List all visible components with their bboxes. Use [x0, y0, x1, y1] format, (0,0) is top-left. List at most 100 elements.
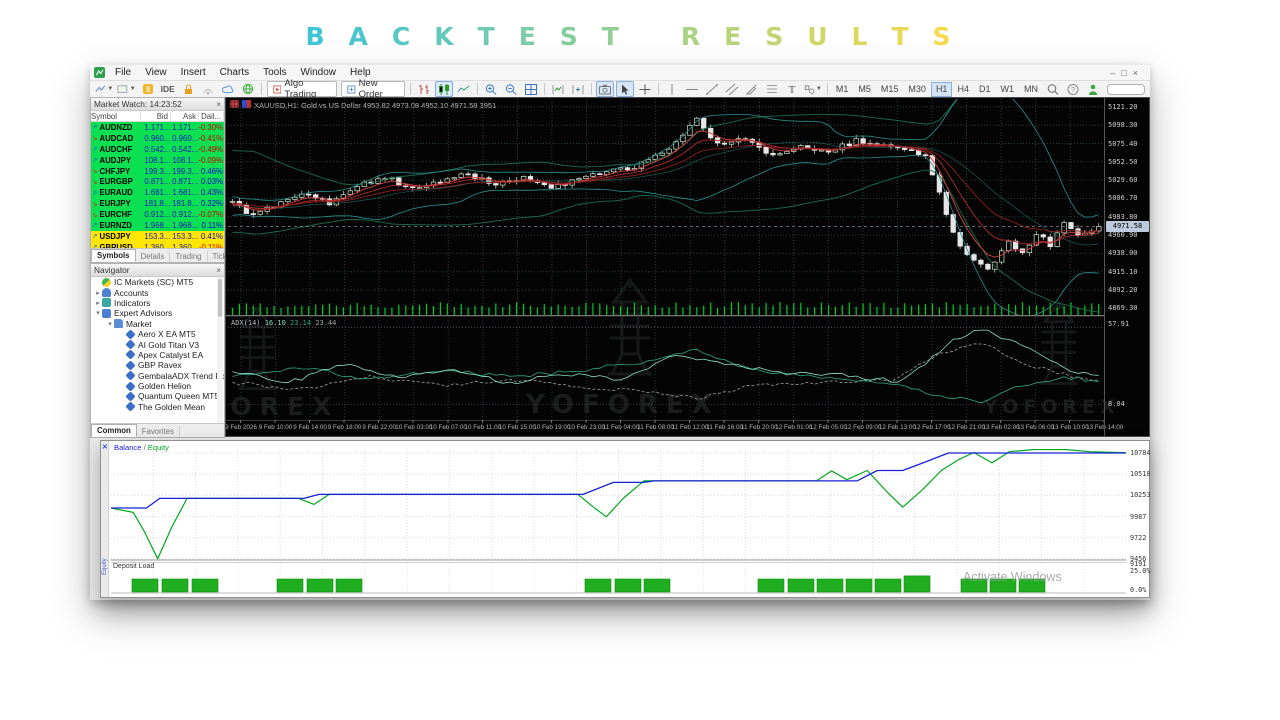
- main-chart-plot[interactable]: [228, 99, 1104, 316]
- tree-item[interactable]: The Golden Mean: [91, 402, 224, 412]
- menu-item-help[interactable]: Help: [343, 67, 378, 78]
- help-icon[interactable]: ?: [1064, 81, 1082, 97]
- tree-item[interactable]: AI Gold Titan V3: [91, 339, 224, 349]
- autotrade-lock-icon[interactable]: [179, 81, 197, 97]
- expander-open-icon[interactable]: ▾: [94, 309, 102, 317]
- tile-windows-button[interactable]: [522, 81, 540, 97]
- close-icon[interactable]: ×: [216, 100, 221, 109]
- close-icon[interactable]: ×: [216, 266, 221, 275]
- column-header-1[interactable]: Bid: [141, 112, 171, 121]
- profiles-button[interactable]: ▼: [116, 81, 136, 97]
- tab-symbols[interactable]: Symbols: [91, 249, 136, 262]
- tree-item[interactable]: GembalaADX Trend Follo: [91, 371, 224, 381]
- expander-closed-icon[interactable]: ▸: [94, 299, 102, 307]
- candle-chart-type-button[interactable]: [435, 81, 453, 97]
- tab-favorites[interactable]: Favorites: [137, 426, 180, 437]
- tree-item[interactable]: ▾Market: [91, 319, 224, 329]
- timeframe-m15[interactable]: M15: [876, 82, 904, 97]
- market-watch-row[interactable]: ↗EURAUD1.681...1.681...0.43%: [91, 187, 224, 198]
- line-chart-type-button[interactable]: [455, 81, 473, 97]
- tree-item[interactable]: ▸Accounts: [91, 287, 224, 297]
- ask-cell: 0.871...: [170, 177, 198, 186]
- zoom-out-button[interactable]: [502, 81, 520, 97]
- menu-item-window[interactable]: Window: [293, 67, 343, 78]
- market-watch-row[interactable]: ↗USDJPY153.3...153.3...0.41%: [91, 231, 224, 242]
- shapes-tool[interactable]: ▼: [803, 81, 823, 97]
- ide-button[interactable]: IDE: [159, 81, 177, 97]
- timeframe-mn[interactable]: MN: [1019, 82, 1043, 97]
- menu-item-file[interactable]: File: [108, 67, 138, 78]
- menu-item-tools[interactable]: Tools: [256, 67, 293, 78]
- expander-open-icon[interactable]: ▾: [106, 320, 114, 328]
- tree-item[interactable]: ▾Expert Advisors: [91, 308, 224, 318]
- timeframe-w1[interactable]: W1: [995, 82, 1019, 97]
- tab-details[interactable]: Details: [136, 251, 171, 262]
- market-watch-row[interactable]: ↘CHFJPY199.3...199.3...0.46%: [91, 166, 224, 177]
- market-watch-row[interactable]: ↗AUDNZD1.171...1.171...-0.30%: [91, 122, 224, 133]
- tree-item[interactable]: IC Markets (SC) MT5: [91, 277, 224, 287]
- price-axis-label: 4938.00: [1108, 249, 1138, 257]
- column-header-0[interactable]: Symbol: [91, 112, 141, 121]
- metaeditor-icon[interactable]: $: [139, 81, 157, 97]
- cursor-tool-button[interactable]: [616, 81, 634, 97]
- close-icon[interactable]: ✕: [102, 443, 108, 451]
- tree-item[interactable]: Quantum Queen MT5: [91, 391, 224, 401]
- signal-off-icon[interactable]: [199, 81, 217, 97]
- chart-type-button[interactable]: ▼: [94, 81, 114, 97]
- screenshot-camera-button[interactable]: [596, 81, 614, 97]
- market-watch-row[interactable]: ↘EURGBP0.871...0.871...0.03%: [91, 176, 224, 187]
- tree-item[interactable]: ▸Indicators: [91, 298, 224, 308]
- bar-chart-type-button[interactable]: [415, 81, 433, 97]
- market-watch-row[interactable]: ↗AUDCHF0.542...0.542...-0.49%: [91, 144, 224, 155]
- market-watch-row[interactable]: ↗AUDJPY108.1...108.1...-0.09%: [91, 155, 224, 166]
- chart-window[interactable]: YOFOREXYOFOREXYOFOREX XAUUSD,H1: Gold vs…: [225, 97, 1150, 437]
- timeframe-m30[interactable]: M30: [903, 82, 931, 97]
- tab-common[interactable]: Common: [91, 424, 137, 437]
- indicator-list-button[interactable]: [569, 81, 587, 97]
- timeframe-h1[interactable]: H1: [931, 82, 953, 97]
- close-button[interactable]: ×: [1133, 68, 1144, 78]
- tree-item[interactable]: GBP Ravex: [91, 360, 224, 370]
- menu-item-insert[interactable]: Insert: [174, 67, 213, 78]
- tab-trading[interactable]: Trading: [170, 251, 207, 262]
- symbol-cell: ↗EURAUD: [91, 188, 141, 197]
- market-watch-row[interactable]: ↗EURNZD1.968...1.968...0.11%: [91, 220, 224, 231]
- tester-side-strip[interactable]: ✕ Equity: [101, 441, 109, 597]
- timeframe-d1[interactable]: D1: [974, 82, 996, 97]
- text-tool[interactable]: T: [783, 81, 801, 97]
- menu-item-view[interactable]: View: [138, 67, 174, 78]
- column-header-2[interactable]: Ask: [171, 112, 199, 121]
- horizontal-line-tool[interactable]: [683, 81, 701, 97]
- tree-item[interactable]: Apex Catalyst EA: [91, 350, 224, 360]
- column-header-3[interactable]: Dail...: [199, 112, 224, 121]
- draw-pencil-tool[interactable]: [743, 81, 761, 97]
- navigator-scrollbar[interactable]: [217, 277, 223, 425]
- market-watch-row[interactable]: ↘AUDCAD0.960...0.960...-0.41%: [91, 133, 224, 144]
- adx-indicator-pane[interactable]: [228, 317, 1104, 421]
- crosshair-tool-button[interactable]: [636, 81, 654, 97]
- indicator-window-button[interactable]: [549, 81, 567, 97]
- trendline-tool[interactable]: [703, 81, 721, 97]
- new-order-button[interactable]: New Order: [341, 81, 405, 97]
- scrollbar-thumb[interactable]: [218, 279, 222, 317]
- fibonacci-tool[interactable]: [763, 81, 781, 97]
- expander-closed-icon[interactable]: ▸: [94, 289, 102, 297]
- tree-item[interactable]: Aero X EA MT5: [91, 329, 224, 339]
- minimize-button[interactable]: –: [1110, 68, 1121, 78]
- timeframe-m1[interactable]: M1: [831, 82, 854, 97]
- tree-item[interactable]: Golden Helion: [91, 381, 224, 391]
- market-watch-row[interactable]: ↘EURCHF0.912...0.912...-0.07%: [91, 209, 224, 220]
- channel-tool[interactable]: [723, 81, 741, 97]
- zoom-in-button[interactable]: [482, 81, 500, 97]
- cloud-icon[interactable]: [219, 81, 237, 97]
- search-icon[interactable]: [1044, 81, 1062, 97]
- algo-trading-button[interactable]: Algo Trading: [267, 81, 337, 97]
- community-icon[interactable]: [239, 81, 257, 97]
- maximize-button[interactable]: □: [1121, 68, 1132, 78]
- timeframe-m5[interactable]: M5: [853, 82, 876, 97]
- timeframe-h4[interactable]: H4: [952, 82, 974, 97]
- vertical-line-tool[interactable]: [663, 81, 681, 97]
- menu-item-charts[interactable]: Charts: [213, 67, 256, 78]
- account-status-icon[interactable]: [1084, 81, 1102, 97]
- market-watch-row[interactable]: ↘EURJPY181.8...181.8...0.32%: [91, 198, 224, 209]
